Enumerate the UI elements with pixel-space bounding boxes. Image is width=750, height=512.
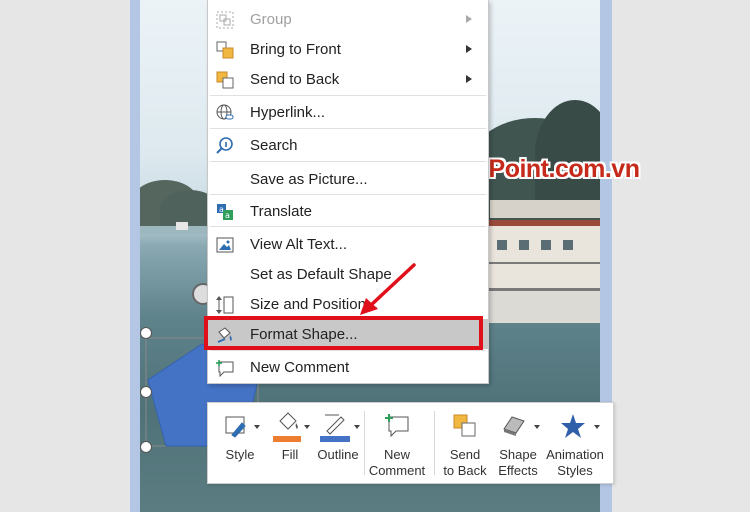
send-to-back-label-line2: to Back <box>443 463 487 478</box>
menu-separator <box>210 350 486 351</box>
animation-styles-label-line1: Animation <box>546 447 604 462</box>
menu-item-translate[interactable]: a a Translate <box>208 196 488 226</box>
red-arrow-icon <box>360 263 416 315</box>
menu-item-label: Save as Picture... <box>250 171 368 188</box>
menu-item-save-as-picture[interactable]: Save as Picture... <box>208 164 488 194</box>
toolbar-separator <box>364 411 365 475</box>
style-label: Style <box>225 447 255 462</box>
resize-handle-top-left[interactable] <box>140 327 152 339</box>
animation-styles-button[interactable]: Animation Styles <box>544 411 606 479</box>
menu-separator <box>210 194 486 195</box>
menu-separator <box>210 95 486 96</box>
submenu-arrow-icon <box>466 75 472 83</box>
format-shape-highlight-box <box>204 316 483 350</box>
menu-item-search[interactable]: Search <box>208 130 488 160</box>
chevron-down-icon <box>354 425 360 429</box>
resize-handle-middle-left[interactable] <box>140 386 152 398</box>
new-comment-icon <box>385 414 409 438</box>
menu-item-label: View Alt Text... <box>250 236 347 253</box>
size-position-icon <box>216 296 234 314</box>
chevron-down-icon <box>254 425 260 429</box>
toolbar-separator <box>434 411 435 475</box>
chevron-down-icon <box>594 425 600 429</box>
animation-styles-label-line2: Styles <box>557 463 593 478</box>
chevron-down-icon <box>534 425 540 429</box>
shape-effects-button[interactable]: Shape Effects <box>494 411 542 479</box>
menu-separator <box>210 161 486 162</box>
new-comment-label-line1: New <box>383 447 410 462</box>
globe-link-icon <box>216 104 234 120</box>
boat-image <box>481 200 600 330</box>
menu-separator <box>210 226 486 227</box>
bring-to-front-icon <box>216 41 234 59</box>
shape-style-icon <box>225 416 246 438</box>
new-comment-button[interactable]: New Comment <box>368 411 426 479</box>
resize-handle-bottom-left[interactable] <box>140 441 152 453</box>
send-to-back-label-line1: Send <box>449 447 481 462</box>
translate-icon: a a <box>217 204 233 220</box>
style-button[interactable]: Style <box>220 411 260 463</box>
new-comment-label-line2: Comment <box>368 463 426 478</box>
menu-item-bring-to-front[interactable]: Bring to Front <box>208 34 488 64</box>
send-to-back-button[interactable]: Send to Back <box>440 411 490 479</box>
fill-button[interactable]: Fill <box>270 411 310 463</box>
shape-effects-icon <box>503 416 525 436</box>
submenu-arrow-icon <box>466 45 472 53</box>
menu-item-set-as-default-shape[interactable]: Set as Default Shape <box>208 259 488 289</box>
menu-item-label: Hyperlink... <box>250 104 326 121</box>
menu-item-hyperlink[interactable]: Hyperlink... <box>208 97 488 127</box>
pen-outline-icon <box>320 414 350 442</box>
submenu-arrow-icon <box>466 15 472 23</box>
search-icon <box>216 137 233 154</box>
menu-item-new-comment[interactable]: New Comment <box>208 352 488 382</box>
menu-item-group[interactable]: Group <box>208 4 488 34</box>
alt-text-icon <box>216 237 234 253</box>
shape-effects-label-line1: Shape <box>499 447 537 462</box>
menu-item-view-alt-text[interactable]: View Alt Text... <box>208 229 488 259</box>
menu-item-size-and-position[interactable]: Size and Position... <box>208 289 488 319</box>
outline-label: Outline <box>317 447 359 462</box>
menu-item-label: New Comment <box>250 359 350 376</box>
send-to-back-icon <box>216 71 234 89</box>
outline-button[interactable]: Outline <box>316 411 360 463</box>
new-comment-icon <box>216 360 234 377</box>
svg-text:a: a <box>225 211 230 220</box>
menu-item-label: Group <box>250 11 292 28</box>
send-to-back-icon <box>453 414 476 437</box>
shape-effects-label-line2: Effects <box>498 463 538 478</box>
group-icon <box>216 11 234 29</box>
fill-label: Fill <box>281 447 299 462</box>
menu-item-send-to-back[interactable]: Send to Back <box>208 64 488 94</box>
mini-toolbar: Style Fill Outline New Comment Send to B… <box>207 402 614 484</box>
star-icon <box>561 414 585 438</box>
menu-separator <box>210 128 486 129</box>
menu-item-label: Translate <box>250 203 312 220</box>
menu-item-label: Bring to Front <box>250 41 341 58</box>
menu-item-label: Send to Back <box>250 71 340 88</box>
menu-item-label: Search <box>250 137 298 154</box>
paint-bucket-icon <box>273 412 301 442</box>
chevron-down-icon <box>304 425 310 429</box>
